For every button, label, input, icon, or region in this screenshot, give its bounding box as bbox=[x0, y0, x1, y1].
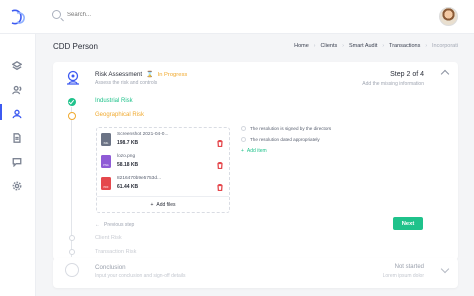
app-logo[interactable] bbox=[8, 7, 28, 27]
check-circle-icon bbox=[68, 98, 76, 106]
conclusion-icon bbox=[65, 263, 79, 277]
file-size: 61.44 KB bbox=[117, 184, 139, 190]
step-subtitle: Assess the risk and controls bbox=[95, 80, 158, 86]
step-header: Risk Assessment ⌛ In Progress bbox=[95, 71, 187, 78]
checklist-item[interactable]: The resolution is signed by the director… bbox=[241, 126, 331, 131]
risk-assessment-card: Risk Assessment ⌛ In Progress Assess the… bbox=[53, 62, 458, 260]
add-files-button[interactable]: + Add files bbox=[97, 198, 229, 212]
next-button[interactable]: Next bbox=[393, 217, 423, 230]
chevron-down-icon[interactable] bbox=[440, 264, 450, 274]
current-step-icon bbox=[68, 112, 76, 120]
sidebar-item-layers[interactable] bbox=[11, 58, 24, 71]
file-upload-box: IMG Screenshot 2021-04-0... 198.7 KB PNG… bbox=[96, 127, 230, 213]
document-icon bbox=[13, 133, 21, 143]
breadcrumb-current: Incorporati bbox=[432, 43, 458, 49]
file-item: IMG Screenshot 2021-04-0... 198.7 KB bbox=[101, 131, 225, 150]
checklist-item-label: The resolution is signed by the director… bbox=[250, 126, 332, 131]
section-transaction-risk[interactable]: Transaction Risk bbox=[95, 249, 136, 255]
risk-assessment-icon bbox=[67, 70, 79, 85]
top-bar bbox=[0, 0, 474, 34]
page-title: CDD Person bbox=[53, 42, 98, 51]
breadcrumb-separator: › bbox=[425, 43, 427, 49]
status-badge: In Progress bbox=[157, 71, 188, 78]
search-bar[interactable] bbox=[52, 10, 187, 19]
conclusion-card[interactable]: Conclusion Input your conclusion and sig… bbox=[53, 258, 458, 288]
hourglass-icon: ⌛ bbox=[146, 72, 154, 78]
file-name: 8216470b9e5753d... bbox=[117, 176, 162, 181]
plus-icon: + bbox=[241, 148, 244, 154]
conclusion-description: Lorem ipsum dolor bbox=[382, 273, 424, 279]
breadcrumb-separator: › bbox=[313, 43, 316, 49]
conclusion-subtitle: Input your conclusion and sign-off detai… bbox=[95, 273, 186, 279]
chevron-up-icon[interactable] bbox=[440, 69, 450, 79]
section-client-risk[interactable]: Client Risk bbox=[95, 235, 122, 241]
section-geographical-risk[interactable]: Geographical Risk bbox=[95, 112, 144, 118]
file-size: 58.18 KB bbox=[117, 162, 139, 168]
sidebar-item-user[interactable] bbox=[0, 104, 24, 120]
sidebar-item-messages[interactable] bbox=[12, 154, 24, 168]
breadcrumb-home[interactable]: Home bbox=[294, 43, 309, 49]
file-item: PDF 8216470b9e5753d... 61.44 KB bbox=[101, 175, 225, 194]
breadcrumb: Home › Clients › Smart Audit › Transacti… bbox=[294, 43, 458, 49]
arrow-left-icon: ← bbox=[95, 222, 100, 228]
trash-icon[interactable] bbox=[217, 156, 223, 170]
image-file-icon: IMG bbox=[101, 133, 111, 146]
step-description: Add the missing information bbox=[362, 81, 424, 87]
add-item-button[interactable]: + Add item bbox=[241, 148, 267, 154]
search-input[interactable] bbox=[67, 11, 187, 18]
sidebar-item-users[interactable] bbox=[12, 82, 24, 95]
sidebar-item-settings[interactable] bbox=[12, 178, 24, 191]
users-icon bbox=[12, 85, 22, 95]
breadcrumb-separator: › bbox=[382, 43, 385, 49]
checkbox[interactable] bbox=[241, 126, 246, 131]
file-name: lozo.png bbox=[117, 154, 136, 159]
file-item: PNG lozo.png 58.18 KB bbox=[101, 153, 225, 172]
pending-step-icon bbox=[69, 235, 75, 241]
checklist-item-label: The resolution dated appropriately bbox=[250, 137, 320, 142]
conclusion-title: Conclusion bbox=[95, 264, 126, 271]
settings-icon bbox=[12, 181, 22, 191]
file-size: 198.7 KB bbox=[117, 140, 139, 146]
add-files-label: Add files bbox=[156, 202, 176, 208]
checkbox[interactable] bbox=[241, 137, 246, 142]
previous-step-button[interactable]: ← Previous step bbox=[95, 222, 134, 228]
png-file-icon: PNG bbox=[101, 155, 111, 168]
add-item-label: Add item bbox=[246, 148, 267, 154]
step-title: Risk Assessment bbox=[95, 71, 143, 78]
step-count: Step 2 of 4 bbox=[390, 71, 424, 78]
plus-icon: + bbox=[150, 202, 154, 208]
sidebar bbox=[0, 34, 36, 296]
previous-step-label: Previous step bbox=[104, 222, 135, 228]
avatar[interactable] bbox=[439, 7, 458, 26]
sidebar-item-documents[interactable] bbox=[12, 130, 24, 143]
user-icon bbox=[12, 109, 22, 119]
breadcrumb-transactions[interactable]: Transactions bbox=[389, 43, 420, 49]
conclusion-status: Not started bbox=[394, 264, 424, 270]
breadcrumb-smart-audit[interactable]: Smart Audit bbox=[349, 43, 377, 49]
chat-icon bbox=[12, 158, 22, 168]
breadcrumb-clients[interactable]: Clients bbox=[320, 43, 337, 49]
breadcrumb-separator: › bbox=[342, 43, 344, 49]
pending-step-icon bbox=[69, 249, 75, 255]
checklist-item[interactable]: The resolution dated appropriately bbox=[241, 137, 320, 142]
trash-icon[interactable] bbox=[217, 178, 223, 192]
section-industrial-risk[interactable]: Industrial Risk bbox=[95, 98, 133, 104]
layers-icon bbox=[11, 61, 23, 71]
trash-icon[interactable] bbox=[217, 134, 223, 148]
search-icon bbox=[52, 10, 61, 19]
pdf-file-icon: PDF bbox=[101, 177, 111, 190]
divider bbox=[97, 196, 229, 197]
file-name: Screenshot 2021-04-0... bbox=[117, 132, 169, 137]
